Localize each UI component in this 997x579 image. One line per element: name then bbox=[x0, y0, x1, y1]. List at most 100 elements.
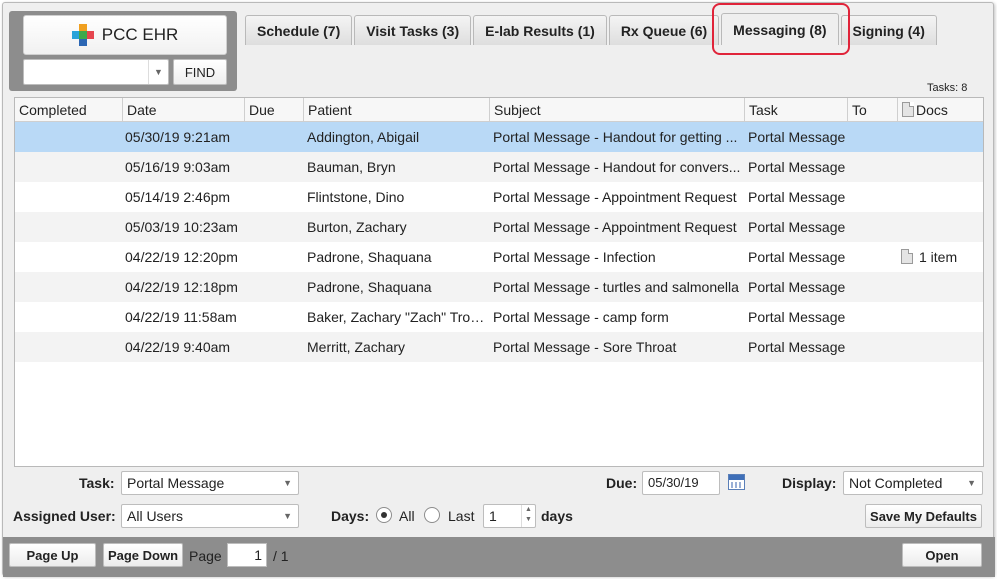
cell-subject: Portal Message - turtles and salmonella bbox=[493, 279, 739, 295]
footer-bar: Page Up Page Down Page 1 / 1 Open bbox=[3, 537, 995, 577]
cell-task: Portal Message bbox=[748, 159, 846, 175]
days-all-radio[interactable] bbox=[376, 507, 392, 523]
display-label: Display: bbox=[782, 475, 837, 491]
cell-date: 05/03/19 10:23am bbox=[125, 219, 238, 235]
document-icon bbox=[902, 102, 914, 117]
calendar-icon[interactable] bbox=[728, 474, 745, 490]
days-unit-label: days bbox=[541, 508, 573, 524]
cell-completed bbox=[19, 122, 119, 152]
table-row[interactable]: 05/30/19 9:21am Addington, Abigail Portal … bbox=[15, 122, 983, 152]
cell-docs bbox=[901, 302, 983, 332]
cell-patient: Flintstone, Dino bbox=[307, 189, 405, 205]
cell-completed bbox=[19, 272, 119, 302]
chevron-down-icon[interactable]: ▼ bbox=[148, 60, 168, 84]
tab-visit-tasks[interactable]: Visit Tasks (3) bbox=[354, 15, 472, 45]
cell-task: Portal Message bbox=[748, 249, 846, 265]
column-due[interactable]: Due bbox=[244, 98, 303, 122]
open-button[interactable]: Open bbox=[902, 543, 982, 567]
cell-date: 05/16/19 9:03am bbox=[125, 159, 231, 175]
table-row[interactable]: 04/22/19 11:58am Baker, Zachary "Zach" Tr… bbox=[15, 302, 983, 332]
table-row[interactable]: 04/22/19 12:18pm Padrone, Shaquana Portal … bbox=[15, 272, 983, 302]
app-title: PCC EHR bbox=[101, 25, 179, 44]
due-date-input[interactable]: 05/30/19 bbox=[642, 471, 720, 495]
document-icon[interactable] bbox=[901, 249, 913, 264]
chevron-down-icon: ▼ bbox=[283, 478, 292, 488]
docs-count: 1 item bbox=[919, 249, 958, 265]
cell-due bbox=[248, 182, 303, 212]
column-date[interactable]: Date bbox=[122, 98, 244, 122]
cell-patient: Padrone, Shaquana bbox=[307, 279, 432, 295]
cell-docs bbox=[901, 182, 983, 212]
cell-patient: Merritt, Zachary bbox=[307, 339, 406, 355]
table-row[interactable]: 05/14/19 2:46pm Flintstone, Dino Portal Me… bbox=[15, 182, 983, 212]
task-filter-dropdown[interactable]: Portal Message ▼ bbox=[121, 471, 299, 495]
page-up-button[interactable]: Page Up bbox=[9, 543, 96, 567]
days-last-radio[interactable] bbox=[424, 507, 440, 523]
column-docs[interactable]: Docs bbox=[897, 98, 983, 122]
assigned-user-label: Assigned User: bbox=[13, 508, 116, 524]
cell-patient: Bauman, Bryn bbox=[307, 159, 396, 175]
cell-task: Portal Message bbox=[748, 219, 846, 235]
days-value: 1 bbox=[489, 508, 497, 524]
patient-search-dropdown[interactable]: ▼ bbox=[23, 59, 169, 85]
cell-date: 04/22/19 9:40am bbox=[125, 339, 231, 355]
column-to[interactable]: To bbox=[847, 98, 897, 122]
cell-task: Portal Message bbox=[748, 129, 846, 145]
cell-to bbox=[851, 122, 897, 152]
column-task[interactable]: Task bbox=[744, 98, 847, 122]
table-row[interactable]: 04/22/19 12:20pm Padrone, Shaquana Portal … bbox=[15, 242, 983, 272]
cell-to bbox=[851, 242, 897, 272]
assigned-user-value: All Users bbox=[127, 508, 184, 524]
page-label: Page bbox=[189, 548, 222, 564]
cell-date: 04/22/19 12:20pm bbox=[125, 249, 238, 265]
task-filter-value: Portal Message bbox=[127, 475, 225, 491]
cell-to bbox=[851, 332, 897, 362]
table-row[interactable]: 04/22/19 9:40am Merritt, Zachary Portal Me… bbox=[15, 332, 983, 362]
cell-patient: Addington, Abigail bbox=[307, 129, 420, 145]
cell-to bbox=[851, 302, 897, 332]
column-docs-label: Docs bbox=[916, 102, 948, 118]
cell-docs bbox=[901, 272, 983, 302]
chevron-down-icon: ▼ bbox=[283, 511, 292, 521]
column-completed[interactable]: Completed bbox=[15, 98, 122, 122]
pcc-ehr-button[interactable]: PCC EHR bbox=[23, 15, 227, 55]
column-subject[interactable]: Subject bbox=[489, 98, 744, 122]
main-window: PCC EHR ▼ FIND Schedule (7) Visit Tasks … bbox=[2, 2, 995, 577]
cell-subject: Portal Message - camp form bbox=[493, 309, 669, 325]
cell-completed bbox=[19, 242, 119, 272]
cell-due bbox=[248, 152, 303, 182]
cell-to bbox=[851, 212, 897, 242]
days-last-label: Last bbox=[448, 508, 475, 524]
days-stepper[interactable]: 1 ▲ ▼ bbox=[483, 504, 536, 528]
tab-signing[interactable]: Signing (4) bbox=[840, 15, 937, 45]
tab-elab-results[interactable]: E-lab Results (1) bbox=[473, 15, 607, 45]
cell-docs bbox=[901, 122, 983, 152]
column-patient[interactable]: Patient bbox=[303, 98, 489, 122]
days-label: Days: bbox=[331, 508, 370, 524]
display-dropdown[interactable]: Not Completed ▼ bbox=[843, 471, 983, 495]
tab-schedule[interactable]: Schedule (7) bbox=[245, 15, 353, 45]
stepper-arrows-icon[interactable]: ▲ ▼ bbox=[521, 505, 535, 527]
cell-completed bbox=[19, 152, 119, 182]
save-my-defaults-button[interactable]: Save My Defaults bbox=[865, 504, 982, 528]
cell-patient: Baker, Zachary "Zach" Troy Jr bbox=[307, 309, 489, 325]
cell-completed bbox=[19, 212, 119, 242]
logo-panel: PCC EHR ▼ FIND bbox=[9, 11, 237, 91]
page-down-button[interactable]: Page Down bbox=[103, 543, 183, 567]
table-row[interactable]: 05/03/19 10:23am Burton, Zachary Portal Me… bbox=[15, 212, 983, 242]
cell-docs: 1 item bbox=[901, 242, 983, 272]
page-number-input[interactable]: 1 bbox=[227, 543, 267, 567]
cell-docs bbox=[901, 152, 983, 182]
cell-due bbox=[248, 302, 303, 332]
cell-task: Portal Message bbox=[748, 279, 846, 295]
cell-due bbox=[248, 242, 303, 272]
tab-messaging[interactable]: Messaging (8) bbox=[721, 13, 839, 45]
tab-rx-queue[interactable]: Rx Queue (6) bbox=[608, 15, 720, 45]
pcc-logo-icon bbox=[71, 24, 94, 46]
find-button[interactable]: FIND bbox=[173, 59, 227, 85]
assigned-user-dropdown[interactable]: All Users ▼ bbox=[121, 504, 299, 528]
cell-due bbox=[248, 122, 303, 152]
table-row[interactable]: 05/16/19 9:03am Bauman, Bryn Portal Messag… bbox=[15, 152, 983, 182]
cell-task: Portal Message bbox=[748, 189, 846, 205]
chevron-down-icon: ▼ bbox=[967, 478, 976, 488]
